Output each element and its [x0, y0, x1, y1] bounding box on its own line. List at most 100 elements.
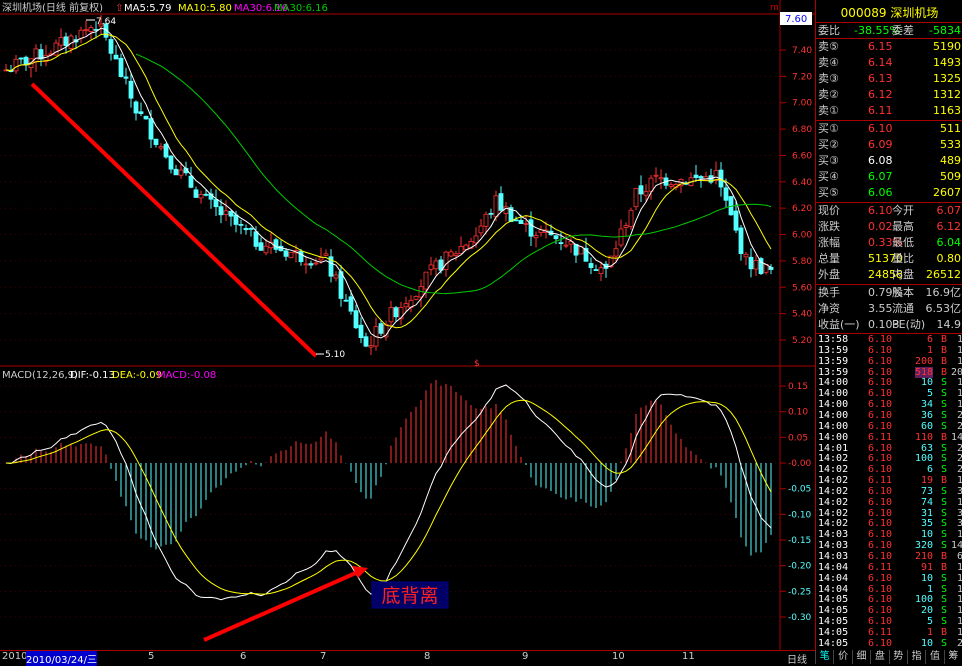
month-label: 9	[522, 651, 529, 662]
stock-code: 000089	[840, 6, 887, 20]
candle	[528, 219, 534, 237]
order-ratio-row: 委比 -38.55% 委差 -5834	[818, 24, 961, 37]
candle	[143, 115, 149, 120]
candle	[378, 323, 384, 334]
candle	[108, 39, 114, 54]
buy-price: 6.07	[868, 170, 893, 183]
tab-detail[interactable]: 细	[851, 650, 870, 664]
last-price-tag: 7.60	[785, 14, 807, 25]
sell-volume: 5190	[933, 40, 961, 53]
candle	[613, 248, 619, 257]
candle	[88, 27, 94, 32]
stock-name: 深圳机场	[890, 6, 939, 20]
corner-mark: m	[770, 3, 779, 13]
price-axis-label: 5.60	[792, 283, 812, 293]
sell-volume: 1163	[933, 104, 961, 117]
sell-price: 6.13	[868, 72, 893, 85]
tick-row: 14:00 6.10 36 S 2	[818, 409, 962, 421]
tick-row: 14:05 6.10 20 S 1	[818, 605, 962, 617]
buy-volume: 533	[940, 138, 961, 151]
sell-price: 6.14	[868, 56, 893, 69]
candle	[403, 303, 409, 308]
tick-row: 14:04 6.10 1 S 1	[818, 583, 962, 595]
macd-axis-label: 0.10	[788, 408, 808, 418]
chart-title: 深圳机场(日线 前复权)	[2, 1, 103, 14]
price-axis-label: 5.40	[792, 310, 812, 320]
candle	[713, 170, 719, 181]
candle	[358, 324, 364, 339]
tick-row: 14:02 6.10 74 S 1	[818, 496, 962, 508]
price-axis-label: 6.20	[792, 204, 812, 214]
buy-level-row: 买③ 6.08 489	[818, 154, 961, 167]
candle	[273, 239, 279, 250]
tab-value[interactable]: 值	[925, 650, 943, 664]
buy-level-row: 买⑤ 6.06 2607	[818, 186, 961, 199]
stat-row: 外盘 24858 内盘 26512	[818, 268, 961, 281]
candle	[638, 185, 644, 195]
candle	[223, 210, 229, 215]
macd-trend-arrow	[203, 570, 359, 642]
macd-axis-label: -0.20	[788, 562, 812, 572]
dif-label: DIF:-0.13	[70, 370, 115, 381]
tick-row: 14:04 6.10 10 S 1	[818, 572, 962, 584]
buy-level-row: 买① 6.10 511	[818, 122, 961, 135]
candle	[158, 146, 164, 149]
tab-book[interactable]: 盘	[870, 650, 888, 664]
candle	[303, 263, 309, 266]
tab-trend[interactable]: 势	[888, 650, 907, 664]
macd-value-label: MACD:-0.08	[157, 370, 216, 381]
tab-index[interactable]: 指	[906, 650, 925, 664]
candle	[138, 111, 144, 115]
candle	[203, 193, 209, 196]
tick-row: 14:02 6.10 6 S 2	[818, 464, 962, 476]
macd-axis-labels: 0.15 0.10 0.05 -0.00 -0.05 -0.10 -0.15 -0.20 -0.…	[788, 382, 812, 623]
candle	[298, 250, 304, 263]
tick-row: 13:59 6.10 1 B 1	[818, 344, 962, 356]
stat-row: 涨幅 0.33% 最低 6.04	[818, 236, 961, 249]
candle	[748, 256, 754, 270]
tick-row: 14:05 6.10 5 S 1	[818, 616, 962, 628]
tab-chips[interactable]: 筹	[943, 650, 962, 664]
tick-row: 14:02 6.10 35 S 3	[818, 518, 962, 530]
candle	[448, 251, 454, 257]
stat-row: 换手 0.79% 股本 16.9亿	[818, 286, 961, 299]
month-label: 8	[424, 651, 431, 662]
candle	[598, 267, 604, 275]
panel-tabs[interactable]: 笔 价 细 盘 势 指 值 筹	[815, 650, 962, 664]
candle	[118, 57, 124, 78]
buy-price: 6.06	[868, 186, 893, 199]
tick-row: 14:01 6.10 63 S 2	[818, 442, 962, 454]
candle	[18, 57, 24, 60]
tick-row: 14:05 6.10 100 S 1	[818, 594, 962, 606]
ma-line	[135, 53, 772, 295]
candle	[518, 219, 524, 225]
candle	[423, 271, 429, 290]
sell-level-row: 卖② 6.12 1312	[818, 88, 961, 101]
sell-volume: 1325	[933, 72, 961, 85]
price-axis-label: 5.20	[792, 336, 812, 346]
buy-price: 6.08	[868, 154, 893, 167]
tab-trades[interactable]: 笔	[815, 650, 833, 664]
candle	[413, 296, 419, 300]
candle	[218, 206, 224, 216]
candle	[63, 36, 69, 47]
macd-histogram	[10, 379, 772, 556]
quote-panel: 000089 深圳机场 委比 -38.55% 委差 -5834 卖⑤ 6.15 51…	[815, 0, 962, 650]
sell-price: 6.12	[868, 88, 893, 101]
order-diff-value: -5834	[929, 24, 961, 37]
candle	[178, 169, 184, 176]
candle	[593, 269, 599, 271]
candle	[258, 242, 264, 251]
price-axis-label: 6.00	[792, 231, 812, 241]
candle	[733, 210, 739, 231]
candle	[83, 29, 89, 32]
candle	[388, 307, 394, 323]
candle	[348, 296, 354, 312]
tab-price[interactable]: 价	[833, 650, 851, 664]
candle	[338, 271, 344, 299]
tick-row: 14:03 6.10 10 S 1	[818, 529, 962, 541]
dollar-icon: $	[474, 359, 480, 369]
candle	[288, 252, 294, 259]
stock-header: 000089 深圳机场	[816, 4, 962, 22]
sell-level-row: 卖⑤ 6.15 5190	[818, 40, 961, 53]
